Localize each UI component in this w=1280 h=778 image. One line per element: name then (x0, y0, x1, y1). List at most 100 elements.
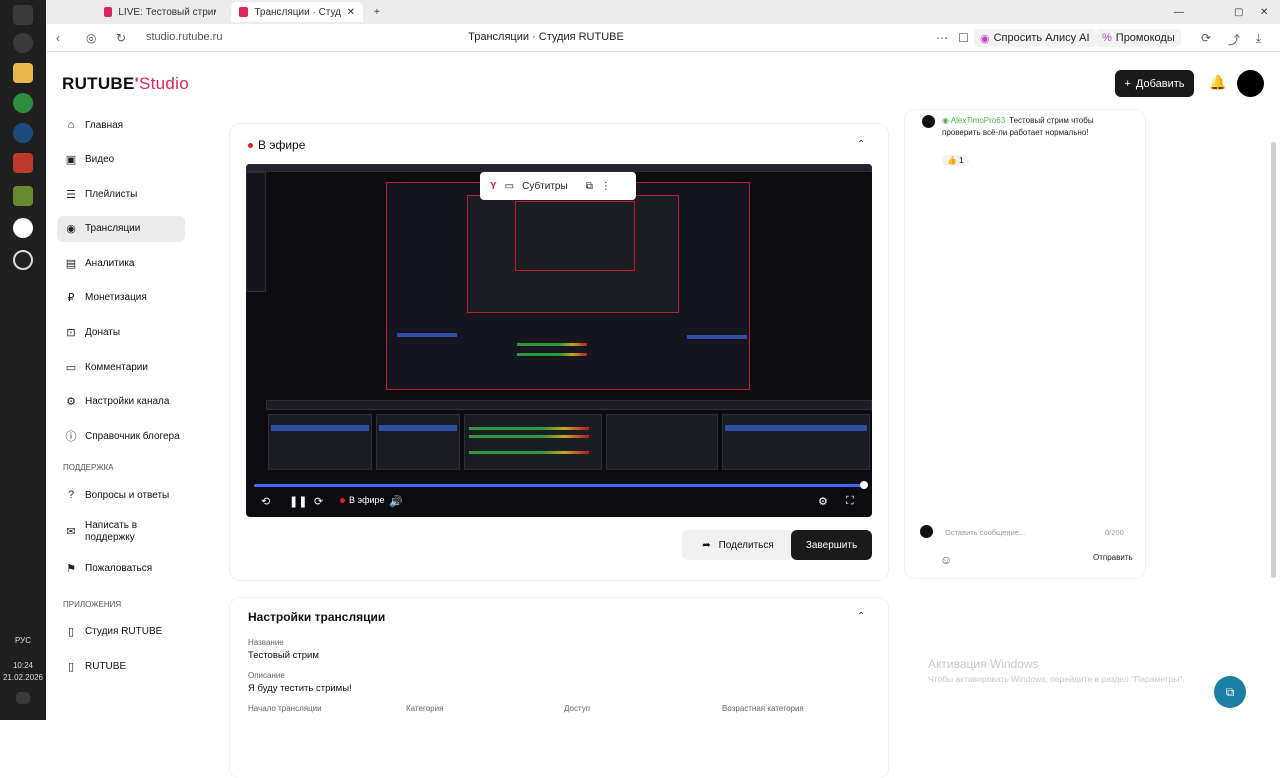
sidebar-item-video[interactable]: ▣ Видео (57, 147, 185, 173)
settings-title: Настройки трансляции (248, 610, 386, 624)
sidebar-item-broadcasts[interactable]: ◉ Трансляции (57, 215, 185, 242)
app-icon[interactable] (13, 153, 33, 173)
close-icon[interactable]: ✕ (347, 7, 355, 18)
plus-icon: + (1124, 77, 1131, 90)
alice-button[interactable]: ◉ Спросить Алису AI (974, 29, 1096, 47)
new-tab-button[interactable]: + (366, 2, 388, 22)
avatar[interactable] (1237, 70, 1264, 97)
video-player[interactable]: Y ▭ Субтитры ⧉ ⋮ ⟲ ❚❚ ⟳ В эфире 🔊 ⚙ ⛶ (246, 164, 872, 517)
rewind-icon[interactable]: ⟲ (261, 495, 270, 508)
progress-bar[interactable] (254, 484, 865, 487)
promo-button[interactable]: % Промокоды (1096, 29, 1181, 47)
obs-sources-panel (376, 414, 460, 470)
sidebar-item-studio-app[interactable]: ▯ Студия RUTUBE (57, 619, 185, 645)
logo-sub: Studio (138, 74, 189, 93)
sidebar-item-donations[interactable]: ⊡ Донаты (57, 320, 185, 346)
notifications-icon[interactable] (16, 692, 30, 704)
info-icon: ⓘ (65, 431, 77, 444)
flag-icon: ⚑ (66, 563, 76, 576)
obs-left-bar (246, 172, 266, 292)
age-label: Возрастная категория (722, 704, 804, 713)
sidebar-item-label: RUTUBE (85, 660, 127, 672)
description-value[interactable]: Я буду тестить стримы! (248, 683, 352, 694)
sidebar-item-analytics[interactable]: ▤ Аналитика (57, 250, 185, 276)
settings-icon[interactable]: ⚙ (818, 495, 828, 508)
clock-date[interactable]: 21.02.2026 (0, 673, 46, 682)
language-indicator[interactable]: РУС (0, 636, 46, 645)
obs-icon[interactable] (13, 250, 33, 270)
fullscreen-icon[interactable]: ⛶ (846, 495, 854, 508)
folder-icon[interactable] (13, 63, 33, 83)
pause-icon[interactable]: ❚❚ (289, 495, 307, 508)
add-button[interactable]: + Добавить (1115, 70, 1194, 97)
sidebar-item-label: Плейлисты (85, 188, 138, 200)
sidebar-item-comments[interactable]: ▭ Комментарии (57, 354, 185, 380)
sidebar-item-blogger-guide[interactable]: ⓘ Справочник блогера (57, 423, 185, 449)
live-badge-text: В эфире (349, 495, 385, 505)
progress-knob[interactable] (860, 481, 868, 489)
volume-icon[interactable]: 🔊 (389, 495, 403, 508)
sidebar-item-report[interactable]: ⚑ Пожаловаться (57, 556, 185, 582)
bell-icon[interactable]: 🔔 (1209, 74, 1226, 91)
minimize-icon[interactable]: — (1166, 2, 1192, 22)
sidebar-item-rutube-app[interactable]: ▯ RUTUBE (57, 653, 185, 679)
sidebar-item-faq[interactable]: ? Вопросы и ответы (57, 482, 185, 508)
subtitles-popup[interactable]: Y ▭ Субтитры ⧉ ⋮ (480, 172, 636, 200)
support-section-label: ПОДДЕРЖКА (63, 463, 114, 473)
sidebar-item-home[interactable]: ⌂ Главная (57, 112, 185, 138)
pip-icon[interactable]: ⧉ (586, 181, 593, 192)
close-window-icon[interactable]: ✕ (1252, 2, 1276, 22)
tab-broadcasts[interactable]: Трансляции · Студи ✕ (231, 2, 363, 22)
tab-label: LIVE: Тестовый стрим см (118, 6, 216, 18)
broadcast-icon: ◉ (66, 223, 76, 236)
description-label: Описание (248, 671, 285, 680)
chrome-icon[interactable] (13, 93, 33, 113)
extension-icon[interactable]: ⟳ (1201, 31, 1211, 45)
chat-author[interactable]: AlexTimoPro63 (951, 116, 1005, 125)
chevron-up-icon[interactable]: ⌃ (857, 139, 865, 150)
share-button[interactable]: ➦ Поделиться (682, 530, 794, 560)
rutube-studio-logo[interactable]: RUTUBE'Studio (62, 74, 189, 94)
search-icon[interactable] (13, 33, 33, 53)
start-label: Начало трансляции (248, 704, 322, 713)
mail-icon: ✉ (66, 526, 76, 539)
page-scrollbar[interactable] (1271, 142, 1276, 578)
sidebar-item-write-support[interactable]: ✉ Написать в поддержку (57, 517, 185, 547)
tab-live-stream[interactable]: LIVE: Тестовый стрим см (96, 2, 224, 22)
logo-main: RUTUBE (62, 74, 135, 93)
sidebar-item-channel-settings[interactable]: ⚙ Настройки канала (57, 389, 185, 415)
steam-icon[interactable] (13, 123, 33, 143)
help-chat-button[interactable]: ⧉ (1214, 676, 1246, 708)
windows-start-icon[interactable] (13, 5, 33, 25)
access-label: Доступ (564, 704, 591, 713)
sidebar-item-monetization[interactable]: ₽ Монетизация (57, 285, 185, 311)
chat-counter: 0/200 (1105, 528, 1124, 537)
more-vertical-icon[interactable]: ⋮ (601, 181, 611, 192)
bookmark-icon[interactable]: ☐ (958, 31, 969, 45)
clock-time[interactable]: 10:24 (0, 661, 46, 670)
live-dot-icon (248, 142, 253, 148)
app-icon[interactable] (13, 186, 33, 206)
share-page-icon[interactable]: ⤴ (1228, 31, 1240, 48)
more-icon[interactable]: ⋯ (936, 31, 948, 45)
send-button[interactable]: Отправить (1093, 553, 1133, 562)
sidebar-item-playlists[interactable]: ☰ Плейлисты (57, 181, 185, 207)
maximize-icon[interactable]: ▢ (1226, 2, 1251, 22)
forward-icon[interactable]: ⟳ (314, 495, 323, 508)
reaction-badge[interactable]: 👍 1 (942, 155, 969, 166)
obs-controls-strip (266, 400, 872, 410)
sidebar-item-label: Главная (85, 119, 124, 131)
yandex-icon: Y (490, 180, 497, 192)
download-icon[interactable]: ⤓ (1256, 31, 1261, 46)
end-stream-button[interactable]: Завершить (791, 530, 872, 560)
category-label: Категория (406, 704, 444, 713)
emoji-icon[interactable]: ☺ (940, 553, 952, 567)
chat-bubble-icon: ⧉ (1225, 684, 1235, 699)
yandex-browser-icon[interactable] (13, 218, 33, 238)
sidebar-item-label: Настройки канала (85, 396, 170, 408)
live-badge[interactable]: В эфире (340, 495, 385, 505)
share-icon: ➦ (702, 539, 711, 551)
chat-input[interactable]: Оставить сообщение... (945, 528, 1125, 537)
name-value[interactable]: Тестовый стрим (248, 650, 319, 661)
chevron-up-icon[interactable]: ⌃ (857, 611, 865, 622)
